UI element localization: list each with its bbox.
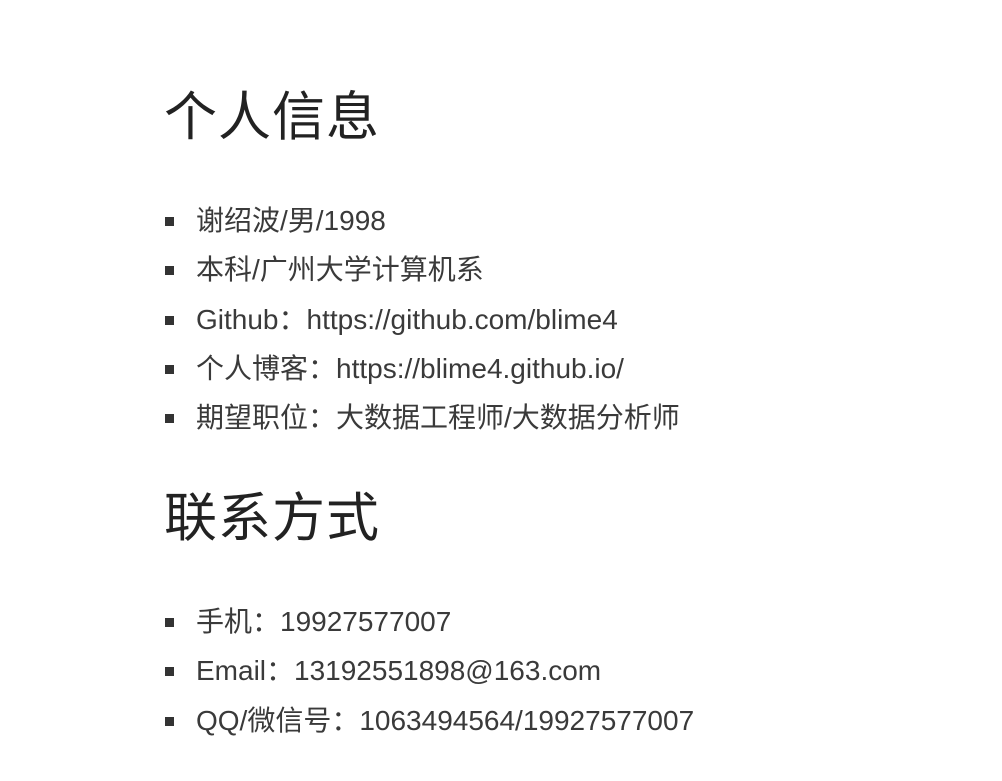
list-item-text: 个人博客：https://blime4.github.io/ xyxy=(196,352,624,384)
list-item-desired-position: 期望职位：大数据工程师/大数据分析师 xyxy=(164,393,680,442)
section-title-contact: 联系方式 xyxy=(164,488,380,549)
bullet-square-icon xyxy=(165,315,174,325)
section-title-personal-info: 个人信息 xyxy=(164,87,380,148)
list-item-blog: 个人博客：https://blime4.github.io/ xyxy=(164,344,680,393)
list-item-github: Github：https://github.com/blime4 xyxy=(164,295,680,344)
list-item-text: 手机：19927577007 xyxy=(196,606,452,637)
list-item-email: Email：13192551898@163.com xyxy=(164,646,694,695)
list-item-text: 谢绍波/男/1998 xyxy=(196,205,386,236)
list-item-education: 本科/广州大学计算机系 xyxy=(164,245,680,294)
list-item-text: Email：13192551898@163.com xyxy=(196,655,602,687)
bullet-square-icon xyxy=(165,266,174,276)
list-item-text: Github：https://github.com/blime4 xyxy=(196,303,618,335)
contact-list: 手机：19927577007 Email：13192551898@163.com… xyxy=(164,597,694,745)
bullet-square-icon xyxy=(165,716,174,726)
list-item-name-gender-birth: 谢绍波/男/1998 xyxy=(164,196,680,245)
list-item-phone: 手机：19927577007 xyxy=(164,597,694,646)
bullet-square-icon xyxy=(165,364,174,374)
list-item-qq-wechat: QQ/微信号：1063494564/19927577007 xyxy=(164,696,694,745)
list-item-text: QQ/微信号：1063494564/19927577007 xyxy=(196,704,695,736)
list-item-text: 期望职位：大数据工程师/大数据分析师 xyxy=(196,402,680,433)
bullet-square-icon xyxy=(165,217,174,226)
list-item-text: 本科/广州大学计算机系 xyxy=(196,254,484,286)
personal-info-list: 谢绍波/男/1998 本科/广州大学计算机系 Github：https://gi… xyxy=(164,196,680,442)
bullet-square-icon xyxy=(165,618,174,627)
bullet-square-icon xyxy=(165,414,174,423)
bullet-square-icon xyxy=(165,667,174,677)
